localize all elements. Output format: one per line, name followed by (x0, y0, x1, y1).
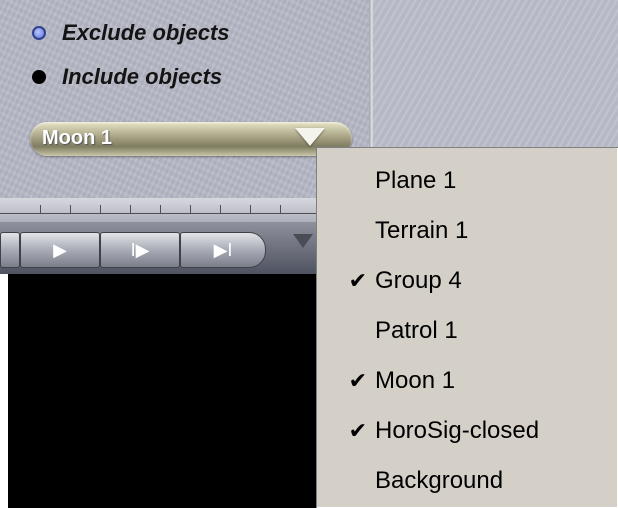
menu-item-patrol-1[interactable]: Patrol 1 (317, 306, 617, 356)
menu-item-moon-1[interactable]: ✔ Moon 1 (317, 356, 617, 406)
menu-item-horosig-closed[interactable]: ✔ HoroSig-closed (317, 406, 617, 456)
step-forward-icon: I▶ (130, 239, 150, 260)
menu-item-label: Moon 1 (375, 367, 456, 394)
render-viewport[interactable] (8, 274, 320, 508)
play-icon: ▶ (53, 239, 67, 260)
menu-item-label: Patrol 1 (375, 317, 458, 344)
check-icon: ✔ (348, 368, 367, 393)
viewport-frame (0, 274, 8, 508)
dropdown-arrow-icon[interactable] (295, 128, 325, 146)
play-button[interactable]: ▶ (20, 232, 100, 268)
radio-button-include[interactable] (32, 70, 46, 84)
timeline-tick (160, 205, 161, 214)
timeline-tick (40, 205, 41, 214)
exclude-objects-option[interactable]: Exclude objects (32, 18, 230, 48)
object-dropdown[interactable]: Moon 1 (30, 122, 352, 156)
menu-item-label: Background (375, 467, 504, 494)
exclude-objects-label: Exclude objects (62, 20, 230, 45)
skip-to-end-button[interactable]: ▶I (180, 232, 266, 268)
transport-options-arrow-icon[interactable] (293, 234, 313, 248)
radio-button-exclude[interactable] (32, 26, 46, 40)
timeline-tick (220, 205, 221, 214)
menu-item-background[interactable]: Background (317, 456, 617, 506)
step-forward-button[interactable]: I▶ (100, 232, 180, 268)
check-icon: ✔ (348, 418, 367, 443)
include-objects-option[interactable]: Include objects (32, 62, 222, 92)
skip-to-end-icon: ▶I (213, 239, 233, 260)
previous-button[interactable] (0, 232, 20, 268)
timeline-tick (100, 205, 101, 214)
check-icon: ✔ (348, 268, 367, 293)
menu-item-group-4[interactable]: ✔ Group 4 (317, 256, 617, 306)
timeline-tick (250, 205, 251, 214)
include-objects-label: Include objects (62, 64, 223, 89)
menu-item-label: HoroSig-closed (375, 417, 540, 444)
timeline-tick (130, 205, 131, 214)
menu-item-plane-1[interactable]: Plane 1 (317, 156, 617, 206)
menu-item-terrain-1[interactable]: Terrain 1 (317, 206, 617, 256)
timeline-tick (280, 205, 281, 214)
object-dropdown-value: Moon 1 (42, 127, 112, 149)
timeline-tick (190, 205, 191, 214)
menu-item-label: Plane 1 (375, 167, 457, 194)
timeline-tick (70, 205, 71, 214)
menu-item-label: Terrain 1 (375, 217, 469, 244)
menu-item-label: Group 4 (375, 267, 462, 294)
object-list-menu: Plane 1 Terrain 1 ✔ Group 4 Patrol 1 ✔ M… (316, 147, 618, 508)
